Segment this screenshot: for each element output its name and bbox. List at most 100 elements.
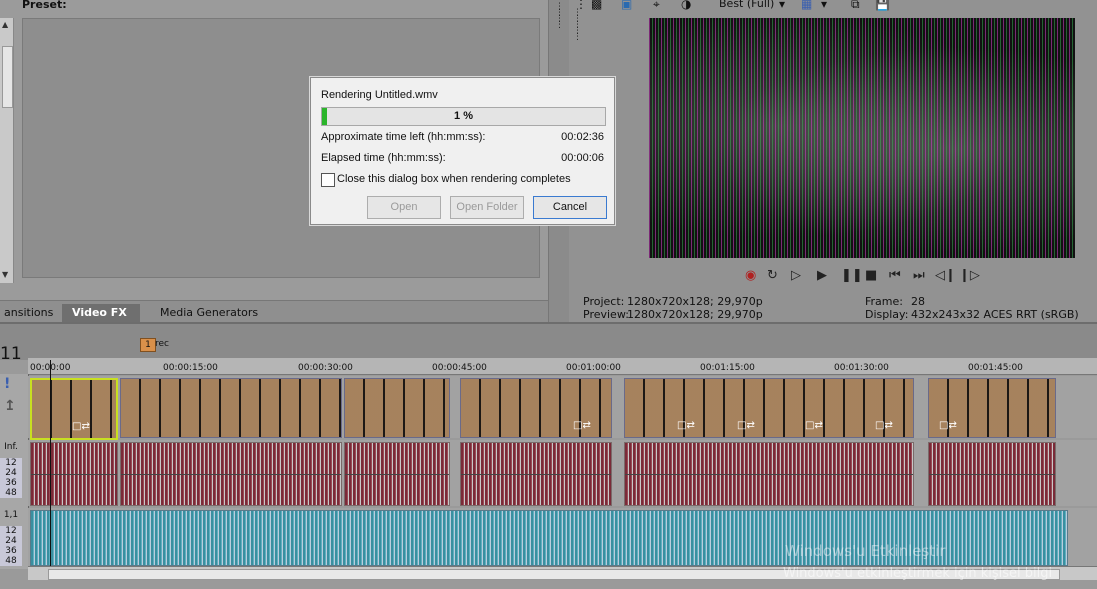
progress-percent: 1 % [454,110,473,122]
cancel-button[interactable]: Cancel [533,196,607,219]
ruler-tick: 00:00:30:00 [298,363,353,373]
loop-icon[interactable]: ↻ [767,268,778,283]
crop-icon[interactable]: □⇄ [72,421,90,432]
meter-tick: 24 [0,468,22,478]
preview-quality-dropdown[interactable]: Best (Full) [719,0,774,10]
close-on-complete-checkbox[interactable] [321,173,335,187]
track-number: 11 [0,344,22,364]
external-monitor-icon[interactable]: ▣ [621,0,632,11]
transport-controls: ◉ ↻ ▷ ▶ ❚❚ ■ ⏮ ⏭ ◁❙ ❙▷ [745,268,985,286]
preview-properties-icon[interactable]: ▩ [591,0,602,11]
audio-track[interactable] [28,440,1097,506]
ruler-tick: 00:01:30:00 [834,363,889,373]
crop-icon[interactable]: □⇄ [939,420,957,431]
play-from-start-icon[interactable]: ▷ [791,268,801,283]
meter-tick: 36 [0,546,22,556]
chevron-down-icon[interactable]: ▾ [779,0,785,11]
window-docking-tabs: ansitions Video FX Media Generators [0,300,548,323]
region-marker[interactable]: 1 [140,338,156,352]
display-label: Display: [865,308,909,321]
preview-value: 1280x720x128; 29,970p [627,308,763,321]
rendering-dialog: Rendering Untitled.wmv 1 % Approximate t… [310,77,615,225]
split-screen-icon[interactable]: ◑ [681,0,691,11]
prev-frame-icon[interactable]: ◁❙ [935,268,956,283]
tab-media-generators[interactable]: Media Generators [150,304,268,322]
crop-icon[interactable]: □⇄ [805,420,823,431]
chevron-down-icon[interactable]: ▾ [821,0,827,11]
pause-icon[interactable]: ❚❚ [841,268,863,283]
crop-icon[interactable]: □⇄ [677,420,695,431]
project-label: Project: [583,295,625,308]
play-icon[interactable]: ▶ [817,268,827,283]
activation-watermark-title: Windows'u Etkinleştir [785,542,946,560]
video-clip[interactable]: □⇄ □⇄ □⇄ □⇄ [624,378,914,438]
crop-icon[interactable]: □⇄ [573,420,591,431]
meter-tick: 24 [0,536,22,546]
close-on-complete-label[interactable]: Close this dialog box when rendering com… [337,173,571,185]
crop-icon[interactable]: □⇄ [875,420,893,431]
grip-icon: ⋮ ⋮ ⋮ ⋮ [555,2,564,30]
video-preview-panel: ⋮ ▩ ▣ ⌖ ◑ Best (Full) ▾ ▦ ▾ ⧉ 💾 ⋮ ⋮ ⋮ ⋮ ⋮ ◉ … [569,0,1097,322]
audio-clip[interactable] [344,442,450,506]
scroll-down-icon[interactable]: ▼ [2,270,8,279]
open-folder-button[interactable]: Open Folder [450,196,524,219]
record-icon[interactable]: ◉ [745,268,756,283]
preset-label: Preset: [22,0,67,11]
video-clip[interactable]: □⇄ [460,378,612,438]
status-strip [0,580,1097,589]
alert-icon[interactable]: ! [4,376,10,392]
audio-clip[interactable] [624,442,914,506]
ruler-tick: 00:01:00:00 [566,363,621,373]
video-clip[interactable] [344,378,450,438]
overlays-icon[interactable]: ▦ [801,0,812,11]
audio-clip[interactable] [928,442,1056,506]
track-level-label: Inf. [0,442,22,452]
video-preview-frame [649,18,1075,258]
frame-label: Frame: [865,295,903,308]
elapsed-value: 00:00:06 [561,152,604,164]
audio-clip[interactable] [120,442,342,506]
video-clip[interactable] [120,378,342,438]
audio-clip[interactable] [460,442,612,506]
ruler-tick: 00:01:15:00 [700,363,755,373]
ruler-tick: 00:00:45:00 [432,363,487,373]
ruler-tick: 00:01:45:00 [968,363,1023,373]
track-headers: ! ↥ Inf. 12 24 36 48 1,1 12 24 36 48 [0,374,29,569]
save-snapshot-icon[interactable]: 💾 [875,0,890,11]
video-clip[interactable]: □⇄ [30,378,118,440]
dialog-title: Rendering Untitled.wmv [321,89,438,101]
stop-icon[interactable]: ■ [865,268,877,283]
track-motion-icon[interactable]: ↥ [4,398,16,414]
meter-tick: 36 [0,478,22,488]
tab-video-fx[interactable]: Video FX [62,304,140,322]
scroll-up-icon[interactable]: ▲ [2,20,8,29]
elapsed-label: Elapsed time (hh:mm:ss): [321,152,446,164]
time-left-label: Approximate time left (hh:mm:ss): [321,131,486,143]
fx-icon[interactable]: ⌖ [653,0,660,12]
video-track[interactable]: □⇄ □⇄ □⇄ □⇄ □⇄ □⇄ □⇄ [28,376,1097,440]
go-to-start-icon[interactable]: ⏮ [889,268,901,283]
scrollbar-thumb[interactable] [2,46,13,108]
crop-icon[interactable]: □⇄ [737,420,755,431]
playhead-cursor[interactable] [50,360,51,566]
next-frame-icon[interactable]: ❙▷ [959,268,980,283]
time-left-value: 00:02:36 [561,131,604,143]
video-clip[interactable]: □⇄ [928,378,1056,438]
frame-value: 28 [911,295,925,308]
go-to-end-icon[interactable]: ⏭ [913,268,925,283]
meter-tick: 12 [0,526,22,536]
region-label: rec [155,339,169,349]
open-button[interactable]: Open [367,196,441,219]
audio-clip[interactable] [30,442,118,506]
display-value: 432x243x32 ACES RRT (sRGB) [911,308,1079,321]
preset-scrollbar[interactable]: ▲ ▼ [0,18,14,283]
preview-toolbar: ⋮ ▩ ▣ ⌖ ◑ Best (Full) ▾ ▦ ▾ ⧉ 💾 [569,0,1097,14]
meter-tick: 12 [0,458,22,468]
ruler-tick: 00:00:15:00 [163,363,218,373]
activation-watermark-text: Windows'u etkinleştirmek için kişisel bi… [783,566,1053,581]
copy-snapshot-icon[interactable]: ⧉ [851,0,860,12]
tab-transitions[interactable]: ansitions [0,304,63,322]
track-level-label: 1,1 [0,510,22,520]
meter-tick: 48 [0,556,22,566]
time-ruler[interactable]: 00:00:00 00:00:15:00 00:00:30:00 00:00:4… [28,358,1097,375]
